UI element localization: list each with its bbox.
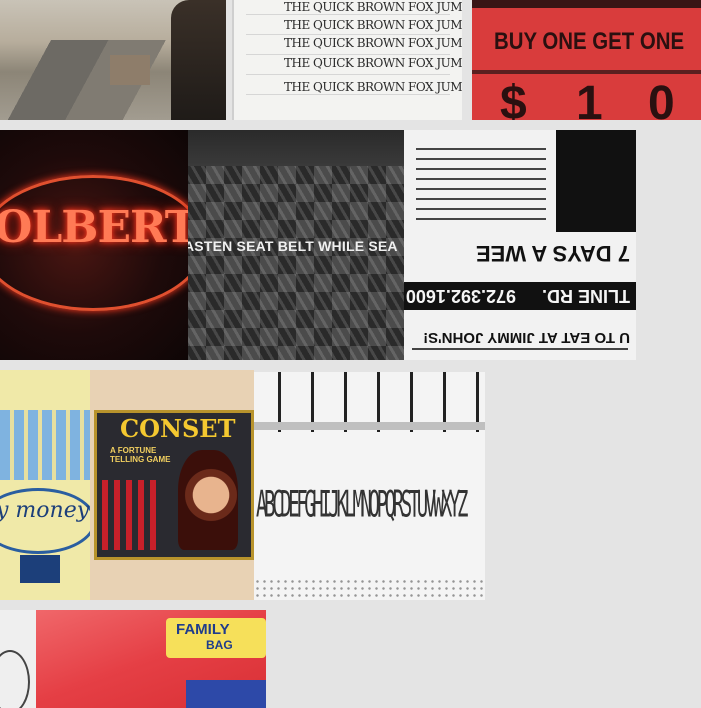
sign-top-band	[472, 0, 701, 8]
newspaper-column-dark	[556, 130, 636, 232]
highway-road	[5, 40, 185, 120]
newspaper-phone: 972.392.1600	[405, 286, 516, 306]
seatbelt-text: ASTEN SEAT BELT WHILE SEA	[188, 238, 398, 254]
bag-blue-patch	[186, 680, 266, 708]
print-line	[416, 168, 546, 170]
sale-sign-photo-tile: BUY ONE GET ONE $ 1 0	[472, 0, 701, 120]
handwriting-line: THE QUICK BROWN FOX JUMPED	[284, 80, 462, 94]
ruled-line	[246, 14, 450, 15]
print-line	[416, 188, 546, 190]
newspaper-slogan: U TO EAT AT JIMMY JOHN'S!	[423, 329, 630, 346]
family-bag-photo-tile: FAMILY BAG	[36, 610, 266, 708]
print-line	[416, 178, 546, 180]
handwriting-photo-tile: THE QUICK BROWN FOX JUMPED OVER THE QUIC…	[232, 0, 462, 120]
conset-subtitle: A FORTUNE TELLING GAME	[110, 446, 171, 464]
sign-price-char: 0	[648, 77, 675, 120]
print-line	[416, 158, 546, 160]
print-line	[416, 198, 546, 200]
money-game-photo-tile: y money	[0, 370, 90, 600]
handwriting-line: THE QUICK BROWN FOX JUMPED OVER	[284, 18, 462, 32]
alphabet-notebook-photo-tile: ABCDEFGHIJKLMNOPQRSTUVWXYZ	[254, 372, 485, 600]
ruled-line	[246, 74, 450, 75]
family-bag-line2: BAG	[206, 638, 233, 652]
seatbelt-background	[188, 130, 404, 166]
game-board-columns	[0, 410, 90, 480]
box-art-bars	[102, 480, 162, 550]
handwriting-line: THE QUICK BROWN FOX JUMPED OVER	[284, 36, 462, 50]
ruled-line	[246, 34, 450, 35]
sign-price-char: $	[500, 77, 527, 120]
handwriting-line: THE QUICK BROWN FOX JUMPED	[284, 56, 462, 70]
seat-fabric-pattern	[188, 166, 404, 360]
box-art-face	[178, 450, 238, 550]
bank-logo	[20, 555, 60, 583]
seatbelt-photo-tile: ASTEN SEAT BELT WHILE SEA	[188, 130, 404, 360]
neon-sign-photo-tile: OLBERT'S	[0, 130, 188, 360]
notebook-spine	[254, 422, 485, 430]
money-text: y money	[0, 498, 90, 523]
print-line	[416, 218, 546, 220]
print-line	[416, 208, 546, 210]
sign-price-char: 1	[576, 77, 603, 120]
ruled-line	[246, 94, 450, 95]
sign-bogo-text: BUY ONE GET ONE	[494, 28, 685, 55]
handwriting-line: THE QUICK BROWN FOX JUMPED OVER	[284, 0, 462, 14]
newspaper-road: TLINE RD.	[542, 286, 630, 306]
highway-photo-tile	[0, 0, 226, 120]
family-bag-line1: FAMILY	[176, 621, 230, 638]
conset-title: CONSET	[120, 414, 236, 443]
newspaper-headline: 7 DAYS A WEE	[475, 241, 630, 266]
print-line	[416, 148, 546, 150]
newspaper-photo-tile: U TO EAT AT JIMMY JOHN'S! TLINE RD. 972.…	[404, 130, 636, 360]
print-line	[412, 348, 628, 350]
lettering-photo-tile	[0, 610, 40, 708]
neon-text: OLBERT'S	[0, 202, 188, 253]
alphabet-text: ABCDEFGHIJKLMNOPQRSTUVWXYZ	[256, 484, 468, 526]
conset-game-photo-tile: CONSET A FORTUNE TELLING GAME	[90, 370, 254, 600]
person-silhouette	[171, 0, 226, 120]
newspaper-upside-down: U TO EAT AT JIMMY JOHN'S! TLINE RD. 972.…	[404, 130, 636, 360]
ruled-line	[246, 54, 450, 55]
ink-dots	[254, 578, 485, 600]
letter-stroke	[0, 650, 30, 708]
building	[110, 55, 150, 85]
sign-divider	[472, 70, 701, 74]
